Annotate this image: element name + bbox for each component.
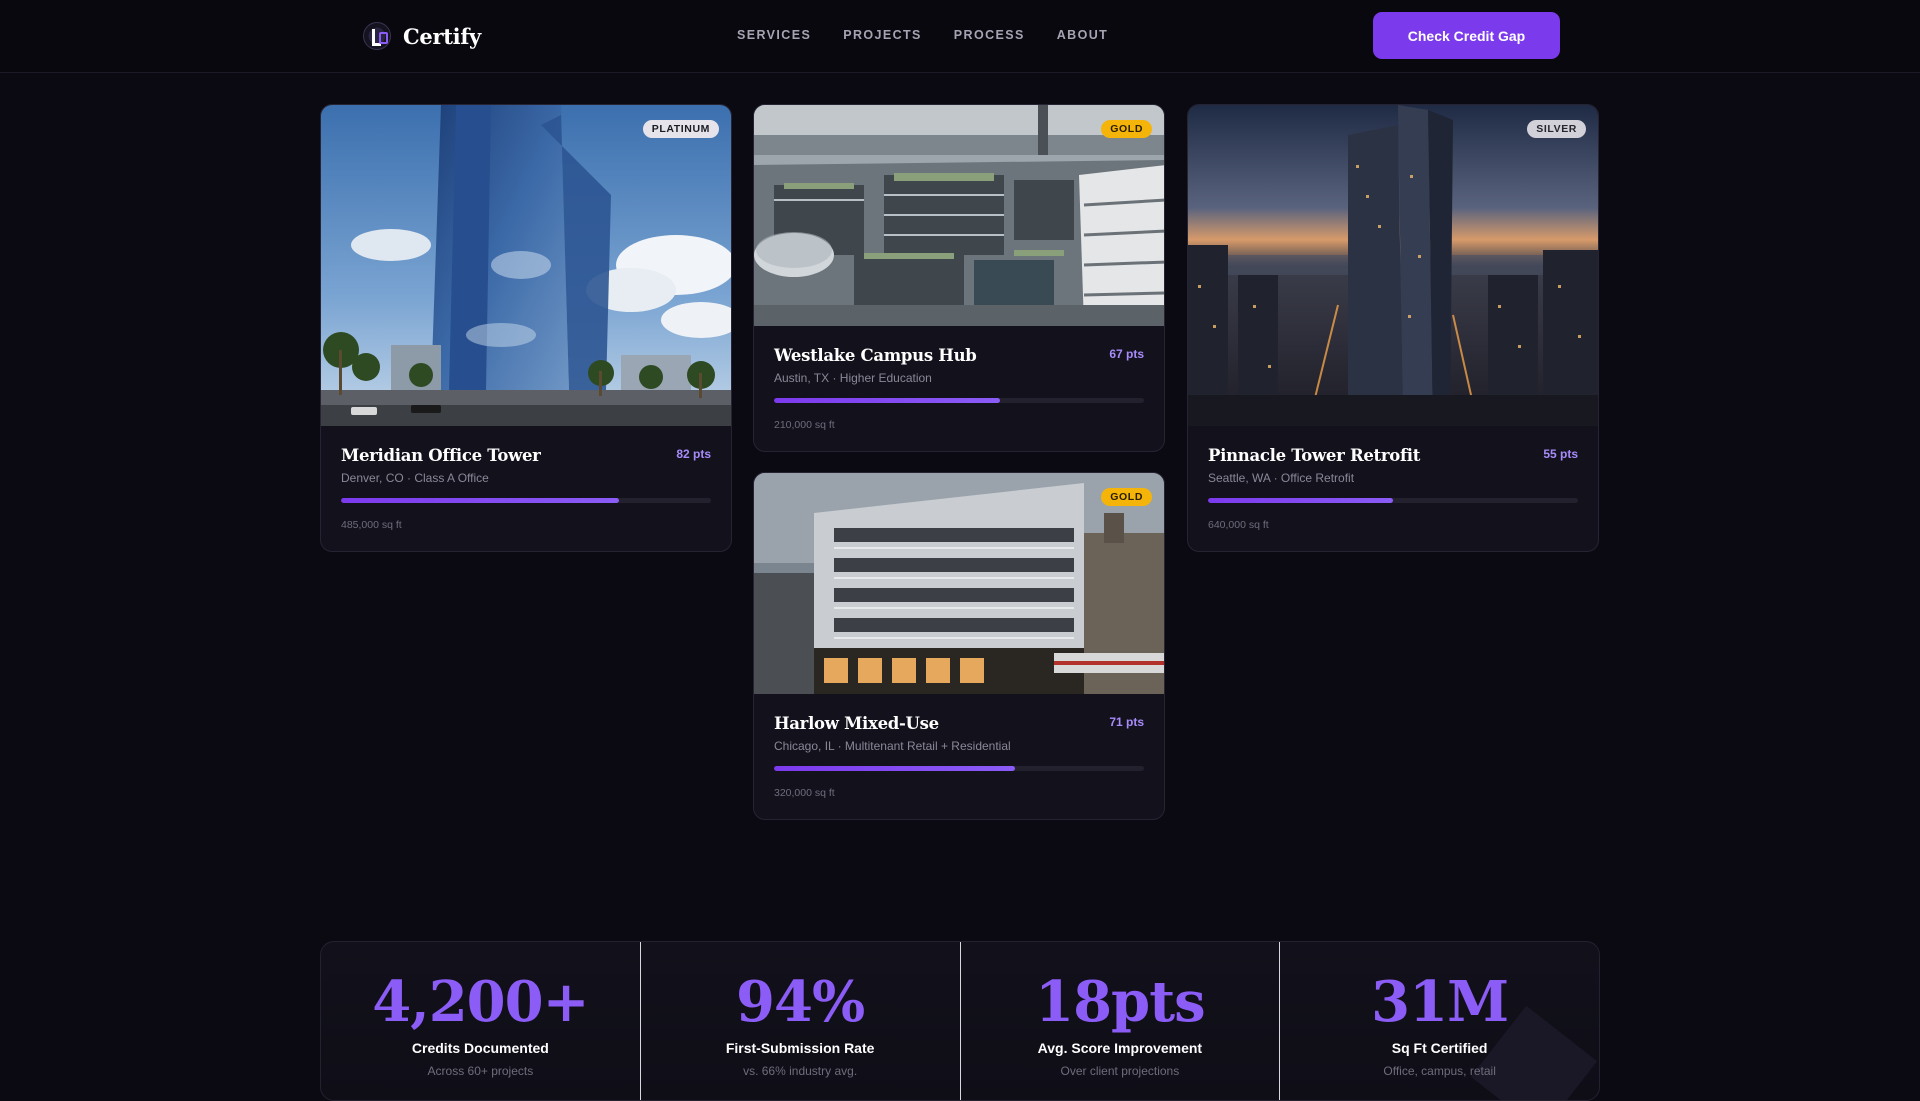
logo-icon <box>363 22 391 50</box>
project-location: Chicago, IL · Multitenant Retail + Resid… <box>774 739 1011 753</box>
stat-credits: 4,200+ Credits Documented Across 60+ pro… <box>321 942 641 1100</box>
score-progress-bar <box>1208 498 1578 503</box>
stat-value: 4,200+ <box>372 969 589 1035</box>
project-image-pinnacle: SILVER <box>1188 105 1598 426</box>
badge-platinum: PLATINUM <box>642 120 719 138</box>
stat-label: Avg. Score Improvement <box>1037 1040 1203 1056</box>
card-body: Harlow Mixed-Use 71 pts Chicago, IL · Mu… <box>754 694 1164 799</box>
nav-link-process[interactable]: PROCESS <box>954 28 1025 42</box>
project-image-harlow: GOLD <box>754 473 1164 694</box>
score-progress-fill <box>774 766 1015 771</box>
project-sqft: 640,000 sq ft <box>1208 519 1269 531</box>
project-title: Westlake Campus Hub <box>774 346 977 365</box>
badge-gold: GOLD <box>1101 488 1152 506</box>
project-points: 71 pts <box>1109 715 1144 729</box>
stat-first-submission: 94% First-Submission Rate vs. 66% indust… <box>641 942 961 1100</box>
score-progress-bar <box>341 498 711 503</box>
badge-silver: SILVER <box>1527 120 1586 138</box>
brand-logo[interactable]: Certify <box>363 22 481 50</box>
stat-sqft-certified: 31M Sq Ft Certified Office, campus, reta… <box>1280 942 1599 1100</box>
project-points: 82 pts <box>676 447 711 461</box>
project-image-meridian: PLATINUM <box>321 105 731 426</box>
stat-note: Office, campus, retail <box>1383 1064 1496 1078</box>
card-body: Westlake Campus Hub 67 pts Austin, TX · … <box>754 326 1164 431</box>
stat-note: vs. 66% industry avg. <box>743 1064 858 1078</box>
stat-label: Credits Documented <box>411 1040 549 1056</box>
stat-value: 94% <box>736 969 865 1035</box>
project-card-meridian[interactable]: PLATINUM Meridian Office Tower 82 pts De… <box>320 104 732 552</box>
project-title: Meridian Office Tower <box>341 446 541 465</box>
stat-value: 31M <box>1371 969 1509 1035</box>
nav-link-services[interactable]: SERVICES <box>737 28 811 42</box>
project-title: Pinnacle Tower Retrofit <box>1208 446 1421 465</box>
project-card-westlake[interactable]: GOLD Westlake Campus Hub 67 pts Austin, … <box>753 104 1165 452</box>
score-progress-bar <box>774 766 1144 771</box>
nav-link-projects[interactable]: PROJECTS <box>843 28 922 42</box>
project-points: 55 pts <box>1543 447 1578 461</box>
top-nav: Certify SERVICES PROJECTS PROCESS ABOUT … <box>0 0 1920 73</box>
card-body: Meridian Office Tower 82 pts Denver, CO … <box>321 426 731 531</box>
project-card-pinnacle[interactable]: SILVER Pinnacle Tower Retrofit 55 pts Se… <box>1187 104 1599 552</box>
project-sqft: 485,000 sq ft <box>341 519 402 531</box>
check-credit-gap-button[interactable]: Check Credit Gap <box>1373 12 1560 59</box>
project-title: Harlow Mixed-Use <box>774 714 939 733</box>
card-body: Pinnacle Tower Retrofit 55 pts Seattle, … <box>1188 426 1598 531</box>
stat-value: 18pts <box>1035 969 1205 1035</box>
badge-gold: GOLD <box>1101 120 1152 138</box>
project-sqft: 210,000 sq ft <box>774 419 835 431</box>
stat-label: Sq Ft Certified <box>1391 1040 1488 1056</box>
stat-score-improvement: 18pts Avg. Score Improvement Over client… <box>961 942 1281 1100</box>
brand-name: Certify <box>403 23 481 49</box>
project-location: Seattle, WA · Office Retrofit <box>1208 471 1355 485</box>
stat-label: First-Submission Rate <box>725 1040 875 1056</box>
project-image-westlake: GOLD <box>754 105 1164 326</box>
nav-links: SERVICES PROJECTS PROCESS ABOUT <box>737 28 1108 42</box>
stat-note: Across 60+ projects <box>427 1064 534 1078</box>
stats-bar: 4,200+ Credits Documented Across 60+ pro… <box>320 941 1600 1101</box>
project-sqft: 320,000 sq ft <box>774 787 835 799</box>
project-location: Austin, TX · Higher Education <box>774 371 932 385</box>
project-points: 67 pts <box>1109 347 1144 361</box>
score-progress-fill <box>1208 498 1393 503</box>
nav-link-about[interactable]: ABOUT <box>1057 28 1108 42</box>
project-card-harlow[interactable]: GOLD Harlow Mixed-Use 71 pts Chicago, IL… <box>753 472 1165 820</box>
score-progress-fill <box>341 498 619 503</box>
score-progress-bar <box>774 398 1144 403</box>
score-progress-fill <box>774 398 1000 403</box>
project-location: Denver, CO · Class A Office <box>341 471 489 485</box>
stat-note: Over client projections <box>1060 1064 1180 1078</box>
